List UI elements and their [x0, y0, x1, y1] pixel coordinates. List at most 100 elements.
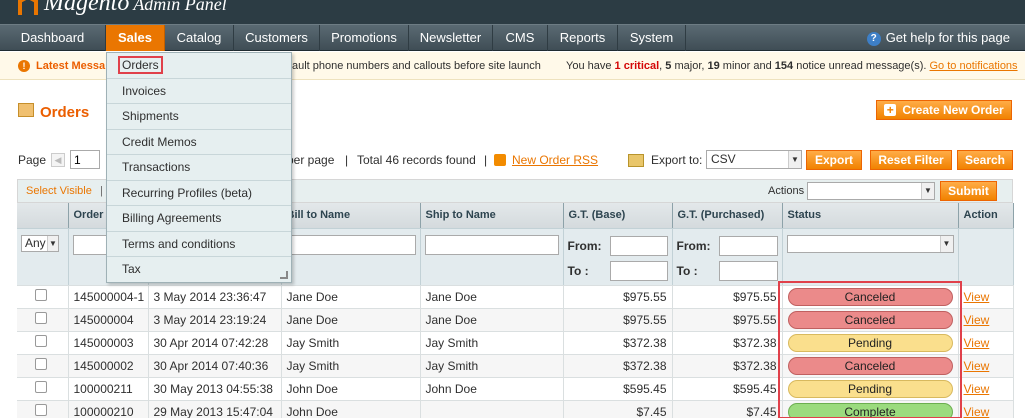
export-format-select[interactable]: CSV ▼ [706, 150, 802, 169]
status-cell: Pending [782, 331, 959, 355]
nav-catalog[interactable]: Catalog [165, 25, 234, 51]
view-link[interactable]: View [964, 382, 990, 396]
action-cell: View [958, 331, 1014, 355]
table-row[interactable]: 145000004 3 May 2014 23:19:24 Jane Doe J… [17, 308, 1014, 332]
status-cell: Canceled [782, 285, 959, 309]
critical-count: 1 critical [614, 60, 660, 72]
menu-item-shipments[interactable]: Shipments [107, 104, 291, 130]
view-link[interactable]: View [964, 290, 990, 304]
help-link[interactable]: ? Get help for this page [866, 25, 1010, 51]
table-row[interactable]: 145000003 30 Apr 2014 07:42:28 Jay Smith… [17, 331, 1014, 355]
row-checkbox[interactable] [35, 404, 47, 416]
select-filter[interactable]: Any ▼ [21, 234, 59, 252]
purchased-on: 30 Apr 2014 07:42:28 [148, 331, 282, 355]
row-checkbox[interactable] [35, 381, 47, 393]
nav-sales[interactable]: Sales [106, 25, 165, 51]
menu-item-credit-memos[interactable]: Credit Memos [107, 130, 291, 155]
column-header-status[interactable]: Status [782, 203, 959, 229]
admin-header: Magento Admin Panel [0, 0, 1025, 24]
view-link[interactable]: View [964, 405, 990, 418]
purchased-on: 30 Apr 2014 07:40:36 [148, 354, 282, 378]
go-to-notifications-link[interactable]: Go to notifications [930, 60, 1018, 72]
menu-item-transactions[interactable]: Transactions [107, 155, 291, 181]
row-checkbox[interactable] [35, 312, 47, 324]
view-link[interactable]: View [964, 313, 990, 327]
column-header-ship-to-name[interactable]: Ship to Name [420, 203, 564, 229]
select-filter-value: Any [25, 235, 46, 250]
bill-to-filter-input[interactable] [285, 234, 416, 255]
row-checkbox[interactable] [35, 335, 47, 347]
reset-filter-button[interactable]: Reset Filter [870, 150, 952, 170]
menu-item-tax[interactable]: Tax [107, 257, 291, 283]
status-badge: Canceled [787, 310, 953, 329]
export-icon [628, 154, 644, 167]
sales-dropdown-menu: Orders Invoices Shipments Credit Memos T… [106, 52, 292, 283]
order-number: 100000211 [68, 377, 149, 401]
search-button[interactable]: Search [957, 150, 1013, 170]
gt-purchased-from-input[interactable] [718, 235, 778, 256]
column-header-gt-purchased[interactable]: G.T. (Purchased) [672, 203, 783, 229]
row-checkbox[interactable] [35, 289, 47, 301]
actions-label: Actions [768, 185, 805, 197]
previous-page-icon[interactable]: ◀ [51, 153, 65, 167]
view-link[interactable]: View [964, 359, 990, 373]
view-link[interactable]: View [964, 336, 990, 350]
actions-select[interactable]: ▼ [807, 182, 935, 200]
ship-to-filter-input[interactable] [424, 234, 559, 255]
nav-dashboard[interactable]: Dashboard [0, 25, 106, 51]
menu-item-orders-label: Orders [118, 56, 163, 74]
table-row[interactable]: 100000210 29 May 2013 15:47:04 John Doe … [17, 400, 1014, 418]
create-new-order-button[interactable]: + Create New Order [876, 100, 1012, 120]
gt-base-from-input[interactable] [609, 235, 668, 256]
latest-message-label[interactable]: Latest Messa [36, 52, 105, 80]
ship-to-name: Jane Doe [420, 285, 564, 309]
gt-purchased: $975.55 [672, 308, 783, 332]
row-checkbox[interactable] [35, 358, 47, 370]
resize-grip-icon[interactable] [280, 271, 288, 279]
logo-text: Magento [44, 0, 130, 16]
table-row[interactable]: 100000211 30 May 2013 04:55:38 John Doe … [17, 377, 1014, 401]
status-cell: Pending [782, 377, 959, 401]
menu-item-orders[interactable]: Orders [107, 53, 291, 79]
bill-to-name: John Doe [281, 377, 421, 401]
column-header-action: Action [958, 203, 1014, 229]
per-page-label: per page [287, 153, 335, 167]
gt-base-to-input[interactable] [609, 260, 668, 281]
new-order-rss-link[interactable]: New Order RSS [512, 150, 598, 170]
rss-icon [494, 154, 506, 166]
gt-purchased: $975.55 [672, 285, 783, 309]
action-cell: View [958, 377, 1014, 401]
gt-purchased: $7.45 [672, 400, 783, 418]
minor-suffix: minor and [719, 60, 775, 72]
column-header-gt-base[interactable]: G.T. (Base) [563, 203, 673, 229]
menu-item-terms-and-conditions[interactable]: Terms and conditions [107, 232, 291, 257]
nav-promotions[interactable]: Promotions [320, 25, 409, 51]
menu-item-recurring-profiles[interactable]: Recurring Profiles (beta) [107, 181, 291, 206]
ship-to-name: John Doe [420, 377, 564, 401]
menu-item-billing-agreements[interactable]: Billing Agreements [107, 206, 291, 232]
nav-newsletter[interactable]: Newsletter [409, 25, 493, 51]
main-nav: Dashboard Sales Catalog Customers Promot… [0, 24, 1025, 51]
status-badge: Complete [787, 402, 953, 418]
column-header-select [17, 203, 69, 229]
page-number-input[interactable] [70, 150, 100, 169]
nav-system[interactable]: System [618, 25, 686, 51]
column-header-bill-to-name[interactable]: Bill to Name [281, 203, 421, 229]
nav-reports[interactable]: Reports [548, 25, 618, 51]
create-new-order-label: Create New Order [902, 103, 1004, 117]
select-visible-link[interactable]: Select Visible [26, 180, 92, 202]
table-row[interactable]: 145000002 30 Apr 2014 07:40:36 Jay Smith… [17, 354, 1014, 378]
gt-purchased-to-input[interactable] [718, 260, 778, 281]
submit-button[interactable]: Submit [940, 181, 997, 201]
table-row[interactable]: 145000004-1 3 May 2014 23:36:47 Jane Doe… [17, 285, 1014, 309]
menu-item-invoices[interactable]: Invoices [107, 79, 291, 104]
chevron-down-icon: ▼ [788, 151, 801, 168]
filter-cell-gt-purchased: From: To : [672, 228, 783, 286]
nav-customers[interactable]: Customers [234, 25, 320, 51]
nav-cms[interactable]: CMS [493, 25, 548, 51]
magento-logo[interactable]: Magento Admin Panel [18, 0, 227, 17]
row-checkbox-cell [17, 308, 69, 332]
export-button[interactable]: Export [806, 150, 862, 170]
pager-separator: | [484, 153, 488, 167]
status-filter-select[interactable]: ▼ [786, 234, 954, 253]
